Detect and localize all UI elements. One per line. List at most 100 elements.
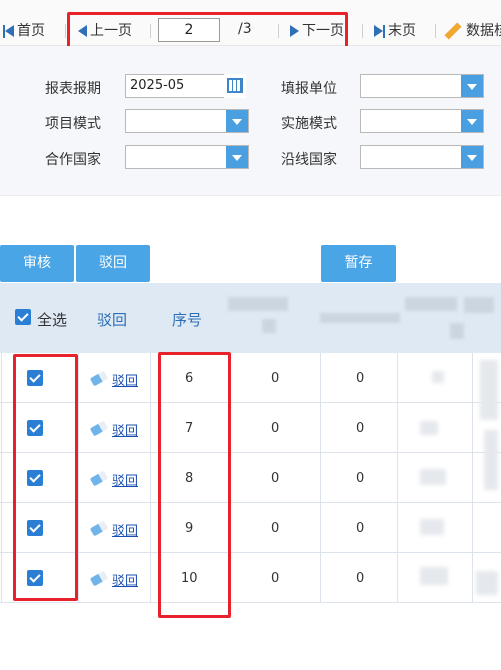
eraser-icon xyxy=(89,520,109,537)
page-total: /3 xyxy=(238,21,252,37)
value-cell: 0 xyxy=(271,471,280,486)
table-row: 驳回 9 0 0 xyxy=(0,503,501,553)
separator xyxy=(150,24,151,38)
next-page-icon xyxy=(290,25,299,37)
page-number-input[interactable] xyxy=(158,18,220,42)
separator xyxy=(435,24,436,38)
separator xyxy=(362,24,363,38)
route-country-select[interactable] xyxy=(360,145,484,169)
chevron-down-icon[interactable] xyxy=(461,146,483,168)
seq-column-header: 序号 xyxy=(172,311,203,329)
value-cell: 0 xyxy=(356,421,365,436)
seq-cell: 6 xyxy=(185,371,194,386)
project-mode-label: 项目模式 xyxy=(45,116,101,132)
chevron-down-icon[interactable] xyxy=(461,75,483,97)
column-divider xyxy=(150,353,151,603)
chevron-down-icon[interactable] xyxy=(226,110,248,132)
blurred-header xyxy=(464,297,494,313)
first-page-arrow-icon xyxy=(5,25,14,37)
seq-cell: 10 xyxy=(181,571,198,586)
filter-panel: 报表报期 2025-05 填报单位 项目模式 实施模式 合作国家 沿线国家 xyxy=(0,46,501,196)
seq-cell: 8 xyxy=(185,471,194,486)
eraser-icon xyxy=(89,370,109,387)
value-cell: 0 xyxy=(356,371,365,386)
last-page-icon xyxy=(383,24,385,38)
fill-unit-label: 填报单位 xyxy=(281,81,337,97)
fill-unit-select[interactable] xyxy=(360,74,484,98)
chevron-down-icon[interactable] xyxy=(226,146,248,168)
blurred-header xyxy=(228,297,288,311)
row-reject-link[interactable]: 驳回 xyxy=(112,370,138,389)
blurred-cell xyxy=(420,469,446,485)
row-reject-link[interactable]: 驳回 xyxy=(112,520,138,539)
separator xyxy=(278,24,279,38)
value-cell: 0 xyxy=(271,421,280,436)
pager-toolbar: 首页 上一页 /3 下一页 末页 数据核 xyxy=(0,0,501,46)
value-cell: 0 xyxy=(271,521,280,536)
next-page-button[interactable]: 下一页 xyxy=(290,20,344,42)
blurred-header xyxy=(320,313,400,323)
first-page-button[interactable]: 首页 xyxy=(3,20,45,42)
blurred-cell xyxy=(420,421,438,435)
table-row: 驳回 7 0 0 xyxy=(0,403,501,453)
value-cell: 0 xyxy=(271,571,280,586)
eraser-icon xyxy=(89,570,109,587)
value-cell: 0 xyxy=(356,521,365,536)
blurred-column xyxy=(480,360,498,420)
blurred-cell xyxy=(432,371,444,383)
row-reject-link[interactable]: 驳回 xyxy=(112,570,138,589)
route-country-label: 沿线国家 xyxy=(281,152,337,168)
calendar-icon xyxy=(227,78,243,93)
seq-cell: 9 xyxy=(185,521,194,536)
column-divider xyxy=(1,353,2,603)
blurred-column xyxy=(484,430,498,490)
table-header: 全选 驳回 序号 xyxy=(0,283,501,353)
blurred-cell xyxy=(476,571,498,595)
blurred-header xyxy=(405,297,457,311)
row-checkbox[interactable] xyxy=(27,370,43,386)
partner-country-select[interactable] xyxy=(125,145,249,169)
value-cell: 0 xyxy=(356,571,365,586)
table-row: 驳回 6 0 0 xyxy=(0,353,501,403)
blurred-header xyxy=(262,319,276,333)
save-draft-button[interactable]: 暂存 xyxy=(321,245,396,282)
column-divider xyxy=(320,353,321,603)
blurred-cell xyxy=(420,567,448,585)
project-mode-select[interactable] xyxy=(125,109,249,133)
row-checkbox[interactable] xyxy=(27,570,43,586)
last-page-button[interactable]: 末页 xyxy=(374,20,416,42)
data-check-button[interactable]: 数据核 xyxy=(444,20,501,42)
chevron-down-icon[interactable] xyxy=(461,110,483,132)
separator xyxy=(65,24,66,38)
select-all-label: 全选 xyxy=(37,311,68,329)
blurred-cell xyxy=(420,519,444,535)
eraser-icon xyxy=(89,420,109,437)
eraser-icon xyxy=(89,470,109,487)
row-reject-link[interactable]: 驳回 xyxy=(112,420,138,439)
select-all-checkbox[interactable] xyxy=(15,309,31,325)
column-divider xyxy=(472,353,473,603)
report-period-field[interactable]: 2025-05 xyxy=(125,74,246,98)
review-button[interactable]: 审核 xyxy=(0,245,74,282)
row-checkbox[interactable] xyxy=(27,420,43,436)
reject-button[interactable]: 驳回 xyxy=(76,245,150,282)
row-checkbox[interactable] xyxy=(27,520,43,536)
column-divider xyxy=(78,353,79,603)
impl-mode-label: 实施模式 xyxy=(281,116,337,132)
prev-page-icon xyxy=(78,25,87,37)
reject-column-header: 驳回 xyxy=(97,311,128,329)
prev-page-button[interactable]: 上一页 xyxy=(78,20,132,42)
row-checkbox[interactable] xyxy=(27,470,43,486)
last-page-arrow-icon xyxy=(374,25,383,37)
seq-cell: 7 xyxy=(185,421,194,436)
column-divider xyxy=(230,353,231,603)
value-cell: 0 xyxy=(271,371,280,386)
table-row: 驳回 10 0 0 xyxy=(0,553,501,603)
impl-mode-select[interactable] xyxy=(360,109,484,133)
pencil-icon xyxy=(444,22,462,40)
calendar-button[interactable] xyxy=(224,74,246,98)
row-reject-link[interactable]: 驳回 xyxy=(112,470,138,489)
table-row: 驳回 8 0 0 xyxy=(0,453,501,503)
partner-country-label: 合作国家 xyxy=(45,152,101,168)
blurred-header xyxy=(450,323,464,339)
